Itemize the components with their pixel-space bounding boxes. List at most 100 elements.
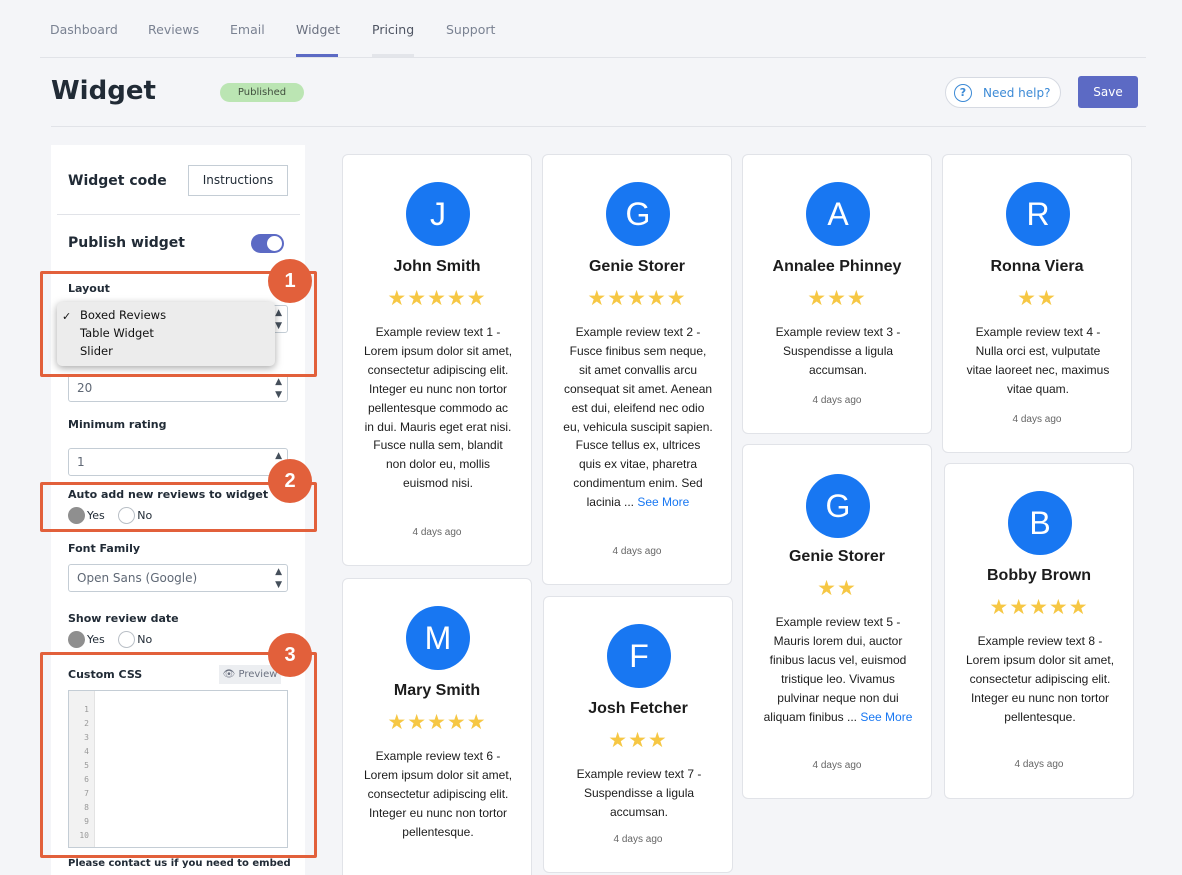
font-family-value: Open Sans (Google) [77, 571, 198, 585]
review-card: B Bobby Brown ★★★★★ Example review text … [944, 463, 1134, 799]
top-nav: Dashboard Reviews Email Widget Pricing S… [40, 0, 1146, 58]
publish-toggle[interactable] [251, 234, 284, 253]
font-family-label: Font Family [68, 542, 141, 555]
save-button[interactable]: Save [1078, 76, 1138, 108]
avatar: B [1008, 491, 1072, 555]
star-rating: ★★★★★ [587, 287, 687, 310]
review-card: J John Smith ★★★★★ Example review text 1… [342, 154, 532, 566]
reviewer-name: Ronna Viera [990, 258, 1084, 275]
select-arrows-icon: ▲▼ [275, 567, 282, 590]
review-text: Example review text 6 - Lorem ipsum dolo… [363, 747, 513, 842]
review-text: Example review text 7 - Suspendisse a li… [564, 765, 714, 822]
show-date-yes-label: Yes [87, 633, 105, 646]
review-text-body: Example review text 7 - Suspendisse a li… [576, 767, 702, 819]
see-more-link[interactable]: See More [860, 710, 912, 724]
min-rating-label: Minimum rating [68, 418, 167, 431]
min-rating-value: 1 [77, 455, 85, 469]
active-tab-indicator [296, 54, 338, 57]
contact-note: Please contact us if you need to embed [68, 858, 291, 869]
show-date-radio-group: Yes No [68, 631, 162, 648]
review-text-body: Example review text 5 - Mauris lorem dui… [763, 615, 907, 724]
tab-widget[interactable]: Widget [296, 22, 340, 37]
review-text: Example review text 3 - Suspendisse a li… [763, 323, 913, 380]
avatar: A [806, 182, 870, 246]
star-rating: ★★ [817, 577, 857, 600]
review-card: R Ronna Viera ★★ Example review text 4 -… [942, 154, 1132, 453]
reviewer-name: Genie Storer [588, 258, 686, 275]
reviewer-name: Genie Storer [788, 548, 886, 565]
review-card: G Genie Storer ★★ Example review text 5 … [742, 444, 932, 799]
review-date: 4 days ago [613, 834, 663, 845]
reviewer-name: John Smith [393, 258, 481, 275]
review-text-body: Example review text 6 - Lorem ipsum dolo… [363, 749, 513, 839]
status-badge: Published [220, 83, 304, 102]
review-card: F Josh Fetcher ★★★ Example review text 7… [543, 596, 733, 873]
select-arrows-icon: ▲▼ [275, 377, 282, 400]
review-date: 4 days ago [812, 760, 862, 771]
review-text-body: Example review text 3 - Suspendisse a li… [775, 325, 901, 377]
reviewer-name: Bobby Brown [987, 567, 1091, 584]
review-date: 4 days ago [1012, 414, 1062, 425]
header-divider [51, 126, 1146, 127]
avatar: R [1006, 182, 1070, 246]
review-date: 4 days ago [812, 395, 862, 406]
tab-email[interactable]: Email [230, 22, 265, 37]
see-more-link[interactable]: See More [637, 495, 689, 509]
star-rating: ★★★★★ [387, 711, 487, 734]
instructions-button[interactable]: Instructions [188, 165, 288, 196]
avatar: G [606, 182, 670, 246]
sidebar-divider [57, 214, 300, 215]
min-rating-select[interactable]: 1 ▲▼ [68, 448, 288, 476]
review-card: G Genie Storer ★★★★★ Example review text… [542, 154, 732, 585]
star-rating: ★★ [1017, 287, 1057, 310]
star-rating: ★★★★★ [387, 287, 487, 310]
publish-widget-title: Publish widget [68, 235, 185, 251]
review-date: 4 days ago [612, 546, 662, 557]
need-help-button[interactable]: ? Need help? [945, 77, 1061, 108]
tab-support[interactable]: Support [446, 22, 495, 37]
star-rating: ★★★★★ [989, 596, 1089, 619]
question-icon: ? [954, 84, 972, 102]
tab-dashboard[interactable]: Dashboard [50, 22, 118, 37]
widget-code-title: Widget code [68, 173, 167, 189]
show-date-label: Show review date [68, 612, 179, 625]
tab-reviews[interactable]: Reviews [148, 22, 199, 37]
reviewer-name: Mary Smith [393, 682, 481, 699]
annotation-number-1: 1 [268, 259, 312, 303]
show-date-no-label: No [137, 633, 153, 646]
annotation-box-3 [40, 652, 317, 858]
need-help-label: Need help? [983, 86, 1051, 100]
review-text: Example review text 1 - Lorem ipsum dolo… [363, 323, 513, 493]
show-date-no-radio[interactable] [118, 631, 136, 648]
avatar: F [607, 624, 671, 688]
annotation-number-3: 3 [268, 633, 312, 677]
reviewer-name: Annalee Phinney [772, 258, 902, 275]
toggle-knob [267, 236, 282, 251]
annotation-number-2: 2 [268, 459, 312, 503]
review-date: 4 days ago [412, 527, 462, 538]
review-text-body: Example review text 2 - Fusce finibus se… [563, 325, 713, 510]
reviewer-name: Josh Fetcher [588, 700, 688, 717]
show-date-yes-radio[interactable] [68, 631, 85, 648]
review-text: Example review text 4 - Nulla orci est, … [963, 323, 1113, 399]
review-text: Example review text 2 - Fusce finibus se… [563, 323, 713, 512]
avatar: J [406, 182, 470, 246]
review-text-body: Example review text 1 - Lorem ipsum dolo… [363, 325, 513, 491]
review-text-body: Example review text 8 - Lorem ipsum dolo… [965, 634, 1115, 724]
tab-pricing[interactable]: Pricing [372, 22, 414, 37]
font-family-select[interactable]: Open Sans (Google) ▲ ▼ [68, 564, 288, 592]
avatar: G [806, 474, 870, 538]
page-title: Widget [51, 76, 156, 106]
review-date: 4 days ago [1014, 759, 1064, 770]
review-text-body: Example review text 4 - Nulla orci est, … [966, 325, 1110, 396]
review-card: M Mary Smith ★★★★★ Example review text 6… [342, 578, 532, 875]
reviews-count-value: 20 [77, 381, 93, 395]
hover-tab-indicator [372, 54, 414, 57]
avatar: M [406, 606, 470, 670]
review-text: Example review text 8 - Lorem ipsum dolo… [965, 632, 1115, 727]
review-card: A Annalee Phinney ★★★ Example review tex… [742, 154, 932, 434]
review-text: Example review text 5 - Mauris lorem dui… [763, 613, 913, 726]
star-rating: ★★★ [807, 287, 867, 310]
reviews-count-select[interactable]: 20 ▲ ▼ [68, 374, 288, 402]
star-rating: ★★★ [608, 729, 668, 752]
